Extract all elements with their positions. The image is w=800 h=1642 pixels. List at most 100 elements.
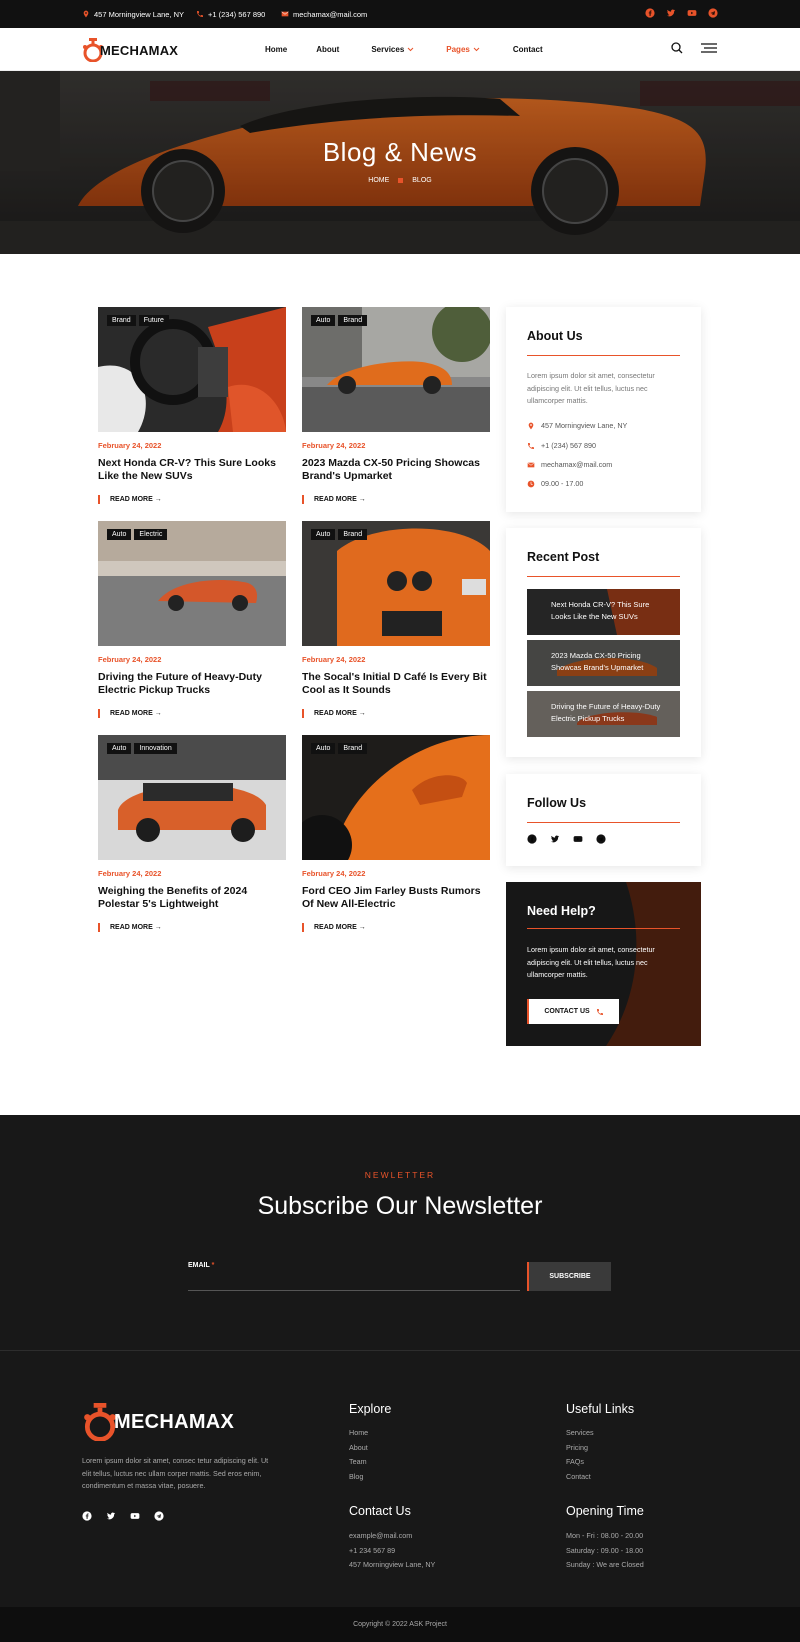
arrow-right-icon: → <box>358 496 366 503</box>
read-more-link[interactable]: READ MORE → <box>302 923 490 932</box>
tag[interactable]: Brand <box>107 315 136 326</box>
tag[interactable]: Innovation <box>134 743 177 754</box>
twitter-icon[interactable] <box>666 8 676 18</box>
chevron-down-icon <box>473 47 480 52</box>
footer-link-services[interactable]: Services <box>566 1428 594 1437</box>
nav-pages[interactable]: Pages <box>446 45 480 54</box>
subscribe-label: SUBSCRIBE <box>549 1273 591 1280</box>
nav-pages-label: Pages <box>446 45 470 54</box>
recent-post-item[interactable]: Next Honda CR-V? This Sure Looks Like th… <box>527 589 680 635</box>
logo[interactable]: MECHAMAX <box>82 38 178 62</box>
about-widget-text: Lorem ipsum dolor sit amet, consectetur … <box>527 371 655 405</box>
read-more-link[interactable]: READ MORE → <box>98 923 286 932</box>
tag[interactable]: Auto <box>107 743 132 754</box>
top-bar: 457 Morningview Lane, NY +1 (234) 567 89… <box>0 0 800 28</box>
blog-card-image[interactable]: Auto Brand <box>302 521 490 646</box>
youtube-icon[interactable] <box>687 8 697 18</box>
tag[interactable]: Electric <box>134 529 168 540</box>
footer-link-about[interactable]: About <box>349 1443 368 1452</box>
read-more-link[interactable]: READ MORE → <box>302 495 490 504</box>
twitter-icon[interactable] <box>106 1511 116 1521</box>
page-title: Blog & News <box>322 137 478 167</box>
map-pin-icon <box>82 10 90 18</box>
read-more-link[interactable]: READ MORE → <box>98 495 286 504</box>
about-phone[interactable]: +1 (234) 567 890 <box>527 441 596 450</box>
read-more-label: READ MORE <box>314 924 357 931</box>
blog-card[interactable]: Auto Innovation February 24, 2022 Weighi… <box>98 735 286 932</box>
topbar-email[interactable]: mechamax@mail.com <box>281 0 367 28</box>
nav-home[interactable]: Home <box>265 45 287 54</box>
tag[interactable]: Brand <box>338 529 368 540</box>
footer-contact-phone[interactable]: +1 234 567 89 <box>349 1546 395 1555</box>
twitter-icon[interactable] <box>550 834 560 844</box>
blog-card[interactable]: Auto Brand February 24, 2022 The Socal's… <box>302 521 490 718</box>
post-date: February 24, 2022 <box>302 441 366 450</box>
email-input[interactable] <box>188 1273 520 1291</box>
read-more-label: READ MORE <box>314 496 357 503</box>
opening-time-sunday: Sunday : We are Closed <box>566 1560 644 1569</box>
tag[interactable]: Auto <box>311 315 336 326</box>
tag[interactable]: Brand <box>338 315 368 326</box>
blog-card-image[interactable]: Auto Innovation <box>98 735 286 860</box>
contact-us-title: Contact Us <box>349 1504 411 1518</box>
tag[interactable]: Auto <box>107 529 132 540</box>
nav-about[interactable]: About <box>316 45 339 54</box>
footer-link-blog[interactable]: Blog <box>349 1472 363 1481</box>
facebook-icon[interactable] <box>527 834 537 844</box>
subscribe-button[interactable]: SUBSCRIBE <box>527 1262 611 1291</box>
breadcrumb-home[interactable]: HOME <box>368 177 389 184</box>
topbar-email-text: mechamax@mail.com <box>293 9 368 19</box>
post-title[interactable]: Ford CEO Jim Farley Busts Rumors Of New … <box>302 885 490 910</box>
post-title[interactable]: Next Honda CR-V? This Sure Looks Like th… <box>98 457 286 482</box>
telegram-icon[interactable] <box>154 1511 164 1521</box>
telegram-icon[interactable] <box>596 834 606 844</box>
recent-post-item[interactable]: Driving the Future of Heavy-Duty Electri… <box>527 691 680 737</box>
facebook-icon[interactable] <box>645 8 655 18</box>
tag-list: Auto Brand <box>311 529 368 540</box>
widget-divider <box>527 355 680 356</box>
footer-link-home[interactable]: Home <box>349 1428 368 1437</box>
blog-card-image[interactable]: Auto Electric <box>98 521 286 646</box>
telegram-icon[interactable] <box>708 8 718 18</box>
post-title[interactable]: 2023 Mazda CX-50 Pricing Showcas Brand's… <box>302 457 490 482</box>
post-title[interactable]: Driving the Future of Heavy-Duty Electri… <box>98 671 286 696</box>
read-more-link[interactable]: READ MORE → <box>302 709 490 718</box>
about-hours-text: 09.00 - 17.00 <box>541 479 584 488</box>
footer-logo-text: MECHAMAX <box>114 1410 235 1433</box>
tag[interactable]: Auto <box>311 743 336 754</box>
youtube-icon[interactable] <box>130 1511 140 1521</box>
tag-list: Brand Future <box>107 315 169 326</box>
footer-link-faqs[interactable]: FAQs <box>566 1457 584 1466</box>
post-title[interactable]: Weighing the Benefits of 2024 Polestar 5… <box>98 885 286 910</box>
blog-card[interactable]: Auto Electric February 24, 2022 Driving … <box>98 521 286 718</box>
blog-card-image[interactable]: Auto Brand <box>302 735 490 860</box>
search-icon[interactable] <box>671 42 683 54</box>
post-date: February 24, 2022 <box>98 655 162 664</box>
tag[interactable]: Future <box>138 315 169 326</box>
contact-us-button[interactable]: CONTACT US <box>527 999 619 1024</box>
main-nav: Home About Services Pages Contact <box>265 28 543 71</box>
nav-contact[interactable]: Contact <box>513 45 543 54</box>
read-more-link[interactable]: READ MORE → <box>98 709 286 718</box>
blog-card-image[interactable]: Auto Brand <box>302 307 490 432</box>
blog-card[interactable]: Brand Future February 24, 2022 Next Hond… <box>98 307 286 504</box>
footer-logo[interactable]: MECHAMAX <box>82 1403 234 1441</box>
recent-post-item[interactable]: 2023 Mazda CX-50 Pricing Showcas Brand's… <box>527 640 680 686</box>
tag[interactable]: Brand <box>338 743 368 754</box>
menu-icon[interactable] <box>701 43 717 53</box>
follow-widget: Follow Us <box>506 774 701 866</box>
about-email[interactable]: mechamax@mail.com <box>527 460 612 469</box>
blog-card[interactable]: Auto Brand February 24, 2022 2023 Mazda … <box>302 307 490 504</box>
topbar-phone[interactable]: +1 (234) 567 890 <box>196 0 265 28</box>
footer-contact-email[interactable]: example@mail.com <box>349 1531 412 1540</box>
footer-link-contact[interactable]: Contact <box>566 1472 591 1481</box>
tag[interactable]: Auto <box>311 529 336 540</box>
blog-card-image[interactable]: Brand Future <box>98 307 286 432</box>
footer-link-team[interactable]: Team <box>349 1457 367 1466</box>
facebook-icon[interactable] <box>82 1511 92 1521</box>
youtube-icon[interactable] <box>573 834 583 844</box>
footer-link-pricing[interactable]: Pricing <box>566 1443 588 1452</box>
post-title[interactable]: The Socal's Initial D Café Is Every Bit … <box>302 671 490 696</box>
blog-card[interactable]: Auto Brand February 24, 2022 Ford CEO Ji… <box>302 735 490 932</box>
nav-services[interactable]: Services <box>371 45 414 54</box>
